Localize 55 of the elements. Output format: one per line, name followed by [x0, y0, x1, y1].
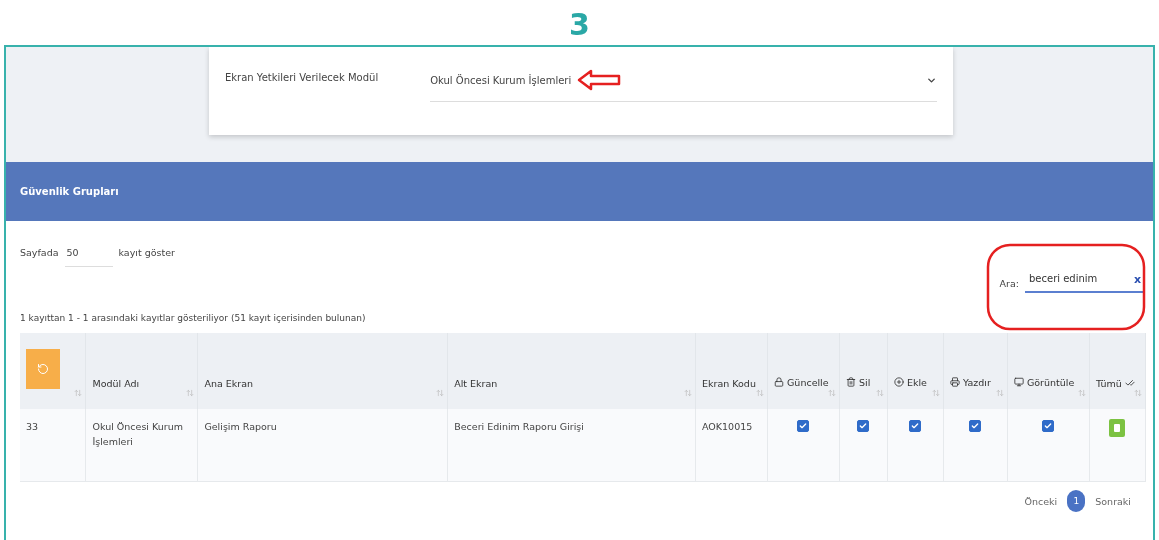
sort-icon[interactable] [436, 389, 445, 397]
refresh-button[interactable] [26, 349, 60, 389]
column-header[interactable]: Tümü [1089, 333, 1146, 409]
records-info: 1 kayıttan 1 - 1 arasındaki kayıtlar gösteriliyor (51 kayıt içerisinden bulunan) [20, 313, 367, 323]
page-size-label: Sayfada [20, 247, 59, 258]
table-cell: Okul Öncesi Kurum İşlemleri [85, 409, 198, 482]
printer-icon [949, 377, 960, 388]
table-cell: Gelişim Raporu [197, 409, 448, 482]
clear-button[interactable]: x [1133, 273, 1141, 286]
table-cell: AOK10015 [695, 409, 768, 482]
column-header[interactable]: Görüntüle [1007, 333, 1090, 409]
checkbox[interactable] [797, 420, 810, 432]
plus-circle-icon [893, 377, 904, 388]
table-cell: 33 [20, 409, 86, 482]
column-header[interactable]: Ana Ekran [197, 333, 448, 409]
sort-icon[interactable] [1077, 389, 1086, 397]
column-header[interactable]: Sil [839, 333, 888, 409]
check-icon [1124, 378, 1135, 388]
annotation-arrow [577, 69, 622, 91]
sort-icon[interactable] [186, 389, 195, 397]
checkbox[interactable] [857, 420, 870, 432]
step-number: 3 [569, 6, 590, 42]
monitor-icon [1013, 377, 1024, 388]
field-label: Ekran Yetkileri Verilecek Modül [225, 71, 379, 83]
sort-icon[interactable] [995, 389, 1004, 397]
column-header[interactable]: Ekran Kodu [695, 333, 768, 409]
trash-icon [846, 377, 856, 388]
refresh-icon [37, 363, 49, 375]
page-size-field[interactable]: 50 [64, 247, 113, 267]
sort-icon[interactable] [1134, 389, 1142, 397]
panel-header: Güvenlik Grupları [6, 162, 1153, 221]
checkbox[interactable] [909, 420, 922, 432]
sort-icon[interactable] [74, 389, 83, 397]
search-label: Ara: [999, 277, 1019, 289]
column-header[interactable]: Modül Adı [85, 333, 198, 409]
column-header[interactable]: Ekle [887, 333, 944, 409]
select-all-button[interactable] [1109, 419, 1126, 437]
checkbox[interactable] [1042, 420, 1055, 432]
next-link[interactable]: Sonraki [1095, 495, 1131, 507]
column-header[interactable]: Yazdır [943, 333, 1008, 409]
checkbox[interactable] [969, 420, 982, 432]
sort-icon[interactable] [828, 389, 836, 397]
column-header[interactable]: Güncelle [767, 333, 840, 409]
sort-icon[interactable] [931, 389, 940, 397]
lock-icon [774, 377, 784, 388]
sort-icon[interactable] [875, 389, 884, 397]
sort-icon[interactable] [756, 389, 764, 397]
previous-link[interactable]: Önceki [1024, 495, 1058, 507]
page-size-label: kayıt göster [118, 247, 175, 258]
column-header[interactable]: Alt Ekran [447, 333, 696, 409]
sort-icon[interactable] [684, 389, 692, 397]
search-field[interactable]: beceri edinim x [1025, 273, 1143, 293]
page-button[interactable]: 1 [1067, 490, 1086, 512]
module-dropdown[interactable]: Okul Öncesi Kurum İşlemleri [430, 69, 937, 102]
table-cell: Beceri Edinim Raporu Girişi [447, 409, 696, 482]
